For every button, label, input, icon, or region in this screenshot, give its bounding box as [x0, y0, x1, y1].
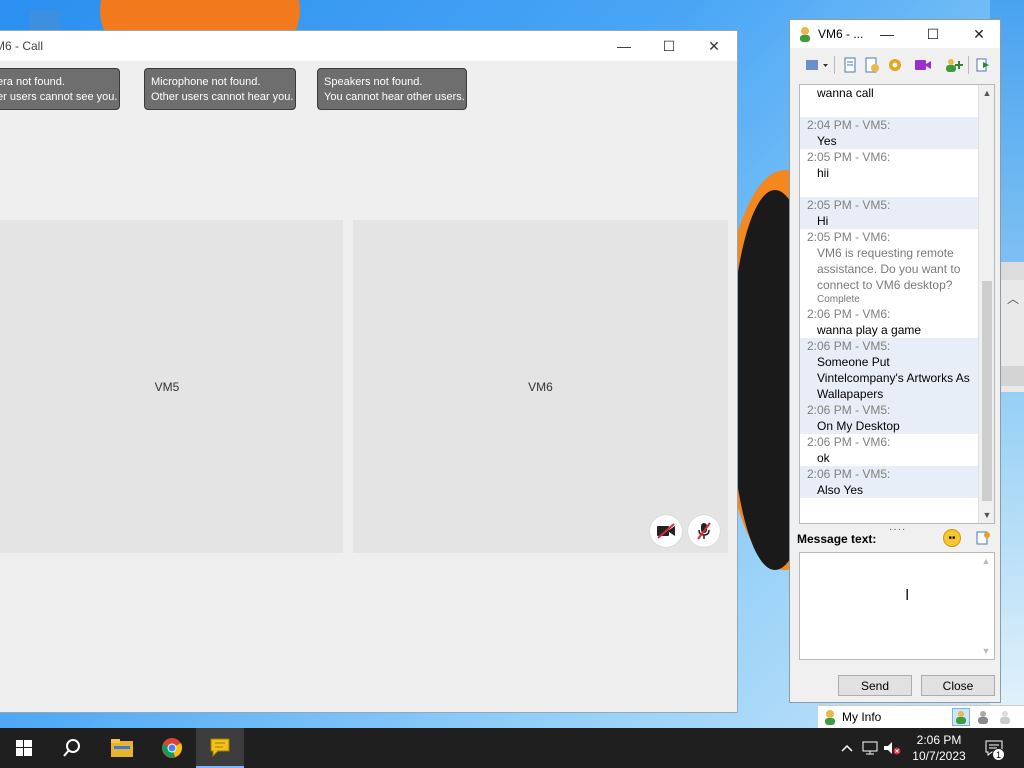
- exit-icon[interactable]: [974, 56, 992, 74]
- notes-icon[interactable]: [863, 56, 881, 74]
- history-icon[interactable]: [841, 56, 859, 74]
- offline-status-icon[interactable]: [996, 708, 1014, 726]
- message-input-box[interactable]: I ▲ ▼: [799, 552, 995, 660]
- send-file-dropdown-icon[interactable]: [804, 56, 830, 74]
- camera-warning-tooltip: era not found. er users cannot see you.: [0, 68, 120, 110]
- remote-assistance-message: 2:05 PM - VM6: VM6 is requesting remote …: [807, 230, 961, 305]
- microphone-warning-tooltip: Microphone not found. Other users cannot…: [144, 68, 296, 110]
- chat-message: 2:05 PM - VM5: Hi: [800, 197, 978, 229]
- network-icon[interactable]: [860, 728, 880, 768]
- message-history: wanna call 2:04 PM - VM5: Yes 2:05 PM - …: [799, 84, 995, 524]
- file-explorer-icon[interactable]: [98, 728, 146, 768]
- text-cursor-icon: I: [905, 587, 910, 604]
- chat-toolbar: [790, 53, 1000, 77]
- microphone-off-icon: [697, 522, 711, 540]
- microphone-toggle-button[interactable]: [688, 515, 720, 547]
- close-button[interactable]: ✕: [956, 20, 1002, 48]
- status-icons: [952, 708, 1014, 727]
- chat-message: 2:06 PM - VM6: ok: [807, 435, 891, 465]
- chevron-up-icon: ︿: [1007, 292, 1020, 306]
- close-button[interactable]: ✕: [691, 31, 737, 61]
- my-info-bar: My Info: [818, 705, 1024, 728]
- tile-label: VM5: [154, 379, 180, 394]
- camera-off-icon: [657, 523, 675, 539]
- tile-label: VM6: [528, 379, 553, 394]
- minimize-button[interactable]: —: [864, 20, 910, 48]
- online-status-icon[interactable]: [952, 708, 970, 726]
- call-window: M6 - Call — ☐ ✕ era not found. er users …: [0, 30, 738, 713]
- camera-toggle-button[interactable]: [650, 515, 682, 547]
- system-clock[interactable]: 2:06 PM 10/7/2023: [904, 732, 974, 764]
- clock-time: 2:06 PM: [916, 733, 962, 747]
- search-icon[interactable]: [48, 728, 96, 768]
- message-input[interactable]: [800, 553, 978, 659]
- speakers-warning-tooltip: Speakers not found. You cannot hear othe…: [317, 68, 467, 110]
- chat-message: 2:06 PM - VM5: Also Yes: [800, 466, 978, 498]
- smiley-icon[interactable]: ••: [943, 529, 961, 547]
- chat-window-title: VM6 - ...: [818, 27, 864, 41]
- resize-grip[interactable]: ····: [889, 524, 906, 535]
- scroll-up-icon[interactable]: ▲: [979, 85, 994, 101]
- notification-count-badge: 1: [992, 748, 1005, 761]
- settings-icon[interactable]: [886, 56, 904, 74]
- volume-muted-icon[interactable]: [882, 728, 902, 768]
- user-icon: [800, 27, 810, 42]
- maximize-button[interactable]: ☐: [646, 31, 692, 61]
- formatting-icon[interactable]: [974, 529, 992, 547]
- call-window-title: M6 - Call: [0, 39, 44, 53]
- chat-app-icon[interactable]: [196, 728, 244, 768]
- close-chat-button[interactable]: Close: [921, 675, 995, 696]
- input-scrollbar[interactable]: ▲ ▼: [978, 553, 994, 659]
- windows-start-icon[interactable]: [0, 728, 48, 768]
- chat-titlebar: VM6 - ... — ☐ ✕: [790, 20, 1000, 48]
- video-tile-vm6: VM6: [353, 220, 728, 553]
- chat-window: VM6 - ... — ☐ ✕ wanna call 2:04 PM - VM5…: [789, 19, 1001, 703]
- maximize-button[interactable]: ☐: [910, 20, 956, 48]
- chevron-up-icon[interactable]: [838, 728, 856, 768]
- scroll-thumb[interactable]: [982, 281, 992, 501]
- chat-message: wanna call: [817, 86, 874, 100]
- notification-icon[interactable]: [980, 728, 1008, 768]
- chrome-icon[interactable]: [148, 728, 196, 768]
- user-icon: [825, 710, 835, 725]
- add-user-icon[interactable]: [945, 56, 963, 74]
- my-info-label[interactable]: My Info: [842, 710, 881, 724]
- video-tile-vm5: VM5: [0, 220, 343, 553]
- desktop-shortcut-icon[interactable]: [30, 10, 60, 32]
- chat-message: 2:06 PM - VM5: Someone Put Vintelcompany…: [800, 338, 978, 402]
- send-button[interactable]: Send: [838, 675, 912, 696]
- minimize-button[interactable]: —: [601, 31, 647, 61]
- taskbar: 2:06 PM 10/7/2023 1: [0, 728, 1024, 768]
- scroll-down-icon[interactable]: ▼: [979, 507, 994, 523]
- clock-date: 10/7/2023: [912, 749, 966, 763]
- chat-message: 2:06 PM - VM5: On My Desktop: [800, 402, 978, 434]
- call-titlebar: M6 - Call — ☐ ✕: [0, 31, 737, 61]
- away-status-icon[interactable]: [974, 708, 992, 726]
- video-call-icon[interactable]: [914, 56, 932, 74]
- chat-message: 2:06 PM - VM6: wanna play a game: [807, 307, 922, 337]
- history-scrollbar[interactable]: ▲ ▼: [978, 85, 994, 523]
- chat-message: 2:04 PM - VM5: Yes: [800, 117, 978, 149]
- message-text-label: Message text:: [797, 532, 877, 546]
- chat-message: 2:05 PM - VM6: hii: [807, 150, 891, 180]
- background-window: ︿: [1000, 262, 1024, 392]
